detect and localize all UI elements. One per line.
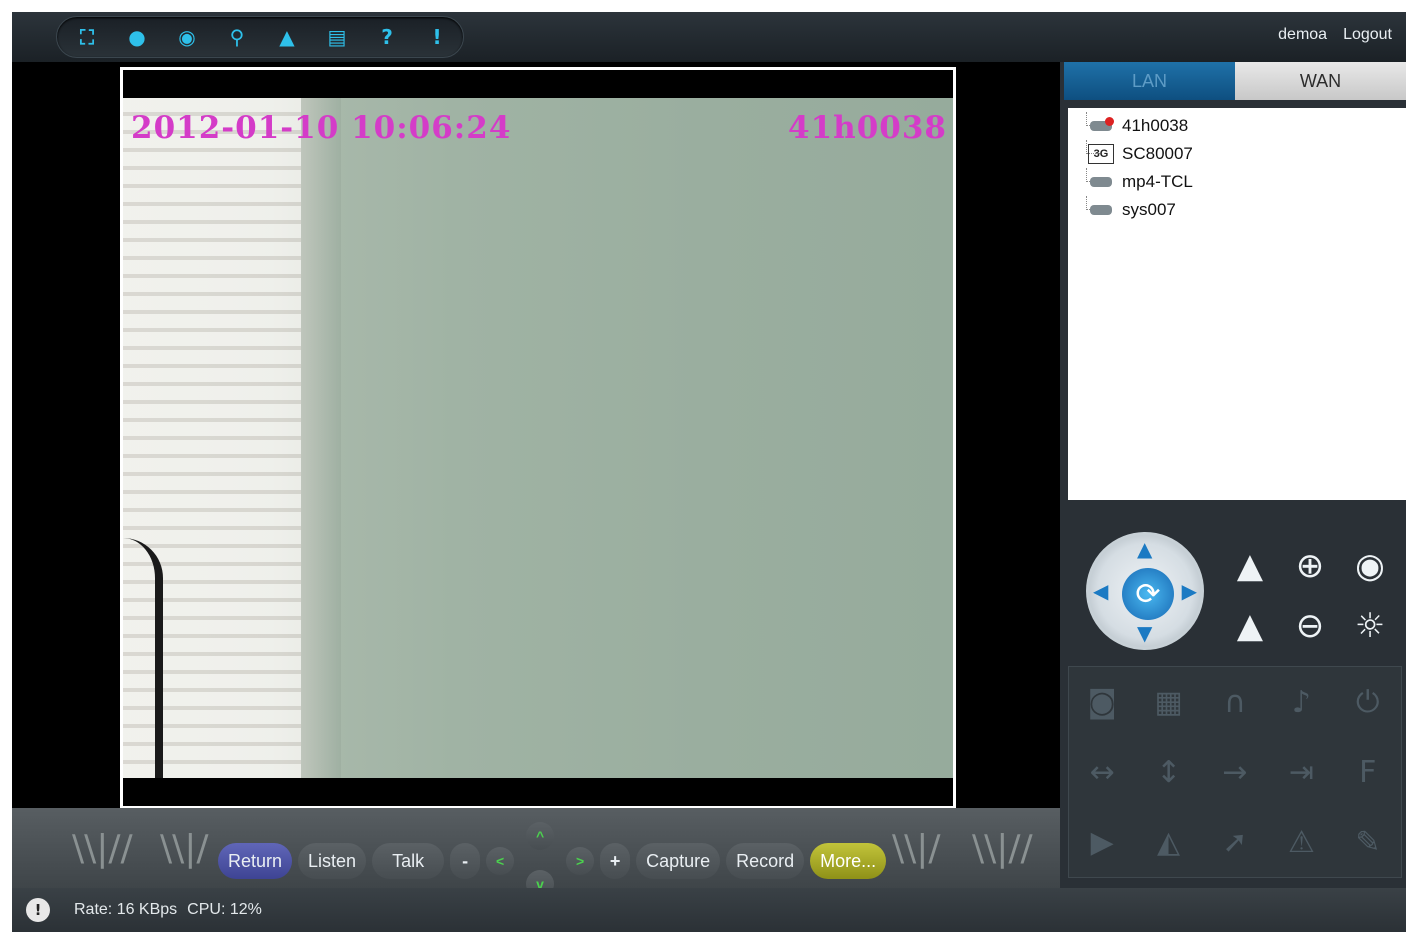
zoom-in-icon[interactable]: ⊕ — [1284, 542, 1336, 590]
help-icon[interactable]: ? — [369, 22, 405, 52]
cpu-label: CPU: 12% — [187, 901, 262, 918]
info-icon: ! — [26, 898, 50, 922]
username: demoa — [1278, 26, 1328, 43]
main-toolbar: ⛶ ● ◉ ⚲ ▲ ▤ ? ! — [56, 16, 464, 58]
record-icon[interactable]: ● — [119, 22, 155, 52]
flip-icon[interactable]: F — [1342, 746, 1394, 798]
control-bar: \\|// \\|/ \\|/ \\|// Return Listen Talk… — [12, 808, 1060, 898]
user-area: demoa Logout — [1278, 26, 1392, 44]
set-preset-icon[interactable]: ⇥ — [1275, 746, 1327, 798]
top-bar: ⛶ ● ◉ ⚲ ▲ ▤ ? ! demoa Logout — [12, 12, 1406, 62]
control-buttons: Return Listen Talk - < ^ v > + Capture R… — [218, 822, 887, 898]
cruise-icon[interactable]: ➚ — [1209, 816, 1261, 868]
tree-connector — [1086, 140, 1100, 154]
listen-button[interactable]: Listen — [298, 843, 367, 879]
logout-link[interactable]: Logout — [1343, 26, 1392, 44]
focus-plus-icon[interactable]: ▲ — [1224, 542, 1276, 590]
osd-device-name: 41h0038 — [788, 110, 947, 146]
ptz-auto-rotate-icon[interactable]: ⟳ — [1122, 568, 1174, 620]
fullscreen-icon[interactable]: ⛶ — [69, 22, 105, 52]
zoom-plus-button[interactable]: + — [600, 843, 631, 879]
grass-decoration: \\|/ — [160, 828, 209, 869]
clapperboard-icon[interactable]: ▦ — [1143, 676, 1195, 728]
video-feed — [123, 98, 953, 778]
status-bar: ! Rate: 16 KBps CPU: 12% — [12, 888, 1406, 932]
zoom-out-icon[interactable]: ⊖ — [1284, 602, 1336, 650]
right-panel: LAN WAN 41h0038 3G SC80007 mp4-TCL sys00… — [1060, 62, 1406, 888]
ptz-direction-pad: ▲ ▼ ◀ ▶ ⟳ — [1086, 532, 1204, 650]
rate-label: Rate: 16 KBps — [74, 901, 178, 918]
device-label: SC80007 — [1122, 144, 1193, 163]
grass-decoration: \\|// — [72, 828, 133, 869]
settings-wrench-icon[interactable]: ✎ — [1342, 816, 1394, 868]
horizontal-scan-icon[interactable]: ↔ — [1076, 746, 1128, 798]
video-view[interactable]: 2012-01-10 10:06:24 41h0038 — [120, 67, 956, 809]
device-tree: 41h0038 3G SC80007 mp4-TCL sys007 — [1068, 108, 1406, 500]
device-item[interactable]: mp4-TCL — [1086, 168, 1406, 196]
headphones-icon[interactable]: ∩ — [1209, 676, 1261, 728]
status-text: Rate: 16 KBps CPU: 12% — [74, 901, 262, 919]
search-icon[interactable]: ⚲ — [219, 22, 255, 52]
tilt-icon[interactable]: ◭ — [1143, 816, 1195, 868]
tab-lan[interactable]: LAN — [1064, 62, 1235, 100]
alarm-icon[interactable]: ⚠ — [1275, 816, 1327, 868]
capture-button[interactable]: Capture — [636, 843, 721, 879]
vertical-scan-icon[interactable]: ↕ — [1143, 746, 1195, 798]
device-item[interactable]: sys007 — [1086, 196, 1406, 224]
more-button[interactable]: More... — [810, 843, 887, 879]
microphone-icon[interactable]: ♪ — [1275, 676, 1327, 728]
device-label: 41h0038 — [1122, 116, 1189, 135]
device-label: mp4-TCL — [1122, 172, 1193, 191]
pan-left-button[interactable]: < — [486, 847, 515, 875]
info-icon[interactable]: ! — [419, 22, 455, 52]
snapshot-icon[interactable]: ◙ — [1076, 676, 1128, 728]
power-icon[interactable]: ⏻ — [1342, 676, 1394, 728]
ptz-controls: ▲ ▼ ◀ ▶ ⟳ ▲ ⊕ ◉ ▲ ⊖ ☼ — [1064, 510, 1406, 660]
video-scene-edge — [301, 98, 341, 778]
tilt-controls: ^ v — [520, 822, 560, 898]
iris-close-icon[interactable]: ☼ — [1344, 602, 1396, 650]
video-scene-cable — [123, 538, 163, 778]
video-panel: 2012-01-10 10:06:24 41h0038 — [12, 62, 1060, 809]
device-item[interactable]: 3G SC80007 — [1086, 140, 1406, 168]
lock-icon[interactable]: ▲ — [269, 22, 305, 52]
function-grid: ◙ ▦ ∩ ♪ ⏻ ↔ ↕ → ⇥ F ▶ ◭ ➚ ⚠ ✎ — [1068, 666, 1402, 878]
focus-minus-icon[interactable]: ▲ — [1224, 602, 1276, 650]
device-label: sys007 — [1122, 200, 1176, 219]
tab-wan[interactable]: WAN — [1235, 62, 1406, 100]
ptz-up-icon[interactable]: ▲ — [1137, 537, 1152, 561]
camera-icon[interactable]: ◉ — [169, 22, 205, 52]
ptz-right-icon[interactable]: ▶ — [1182, 579, 1197, 603]
mirror-icon[interactable]: ▶ — [1076, 816, 1128, 868]
goto-preset-icon[interactable]: → — [1209, 746, 1261, 798]
app-window: ⛶ ● ◉ ⚲ ▲ ▤ ? ! demoa Logout 2012-01-10 … — [12, 12, 1406, 932]
osd-timestamp: 2012-01-10 10:06:24 — [131, 110, 512, 146]
device-item[interactable]: 41h0038 — [1086, 112, 1406, 140]
save-icon[interactable]: ▤ — [319, 22, 355, 52]
ptz-down-icon[interactable]: ▼ — [1137, 621, 1152, 645]
pan-right-button[interactable]: > — [566, 847, 595, 875]
network-tabs: LAN WAN — [1064, 62, 1406, 100]
iris-open-icon[interactable]: ◉ — [1344, 542, 1396, 590]
grass-decoration: \\|// — [972, 828, 1033, 869]
zoom-minus-button[interactable]: - — [450, 843, 481, 879]
record-button[interactable]: Record — [726, 843, 805, 879]
tilt-up-button[interactable]: ^ — [526, 822, 555, 850]
grass-decoration: \\|/ — [892, 828, 941, 869]
talk-button[interactable]: Talk — [372, 843, 445, 879]
ptz-left-icon[interactable]: ◀ — [1093, 579, 1108, 603]
return-button[interactable]: Return — [218, 843, 293, 879]
